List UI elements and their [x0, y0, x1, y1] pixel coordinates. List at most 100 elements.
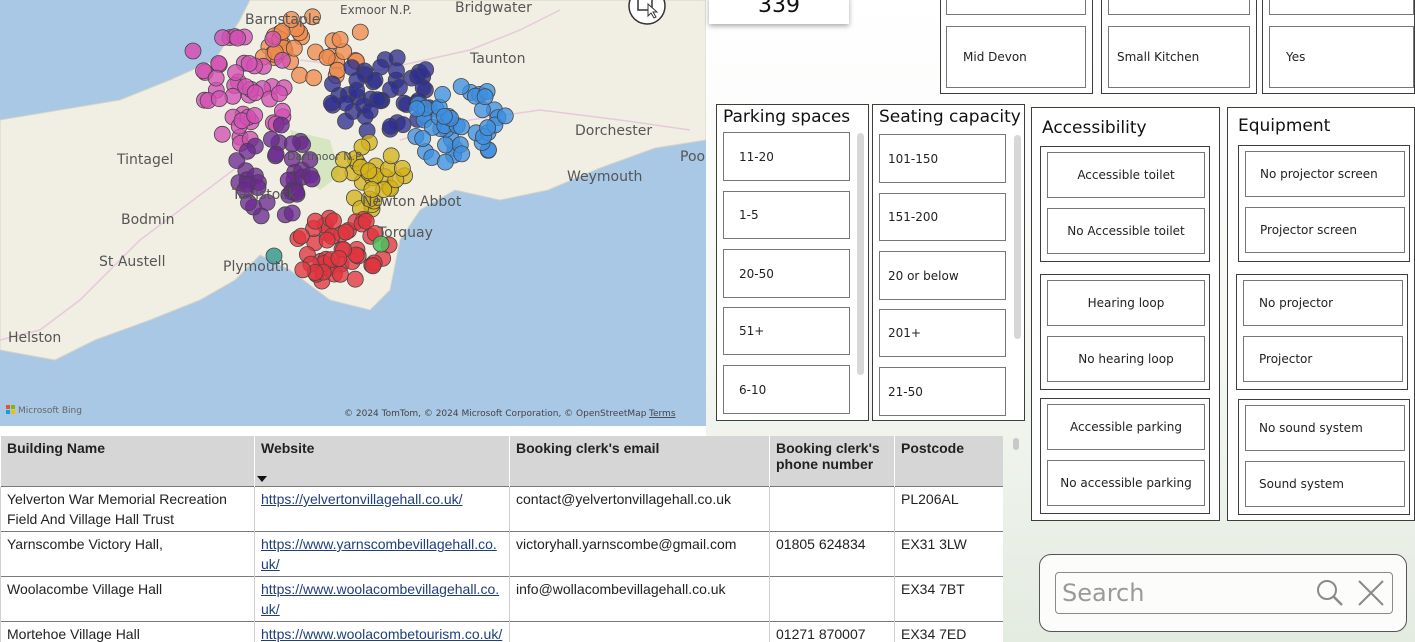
- map-canvas[interactable]: Exmoor N.P. Bridgwater Barnstaple Taunto…: [0, 0, 706, 426]
- parking-scrollbar[interactable]: [857, 133, 864, 375]
- map-point[interactable]: [346, 270, 364, 288]
- seating-option[interactable]: 21-50: [879, 367, 1006, 416]
- slicer-option[interactable]: [1269, 0, 1414, 15]
- column-header-email[interactable]: Booking clerk's email: [509, 436, 770, 487]
- map-point[interactable]: [434, 86, 451, 103]
- map-point[interactable]: [382, 81, 400, 98]
- map-point[interactable]: [292, 227, 310, 245]
- no-projector-screen-option[interactable]: No projector screen: [1245, 151, 1405, 197]
- map-point[interactable]: [214, 29, 232, 47]
- column-header-phone[interactable]: Booking clerk's phone number: [769, 436, 895, 487]
- map-point[interactable]: [372, 58, 390, 76]
- hearing-loop-option[interactable]: Hearing loop: [1047, 280, 1205, 326]
- map-visual[interactable]: Exmoor N.P. Bridgwater Barnstaple Taunto…: [0, 0, 706, 426]
- map-point[interactable]: [246, 84, 264, 102]
- map-point[interactable]: [306, 212, 324, 230]
- map-point[interactable]: [285, 39, 303, 57]
- slicer-option[interactable]: [946, 0, 1086, 15]
- projector-option[interactable]: Projector: [1243, 336, 1403, 382]
- projector-screen-option[interactable]: Projector screen: [1245, 207, 1405, 253]
- parking-option[interactable]: 51+: [723, 307, 850, 355]
- map-point[interactable]: [435, 108, 453, 125]
- map-point[interactable]: [417, 61, 435, 78]
- map-point[interactable]: [303, 170, 321, 188]
- table-scrollbar[interactable]: [1011, 436, 1021, 642]
- terms-link[interactable]: Terms: [648, 409, 676, 419]
- table-row[interactable]: Mortehoe Village Hall https://www.woolaco…: [0, 621, 1003, 642]
- website-link[interactable]: https://yelvertonvillagehall.co.uk/: [261, 491, 463, 507]
- map-point[interactable]: [273, 51, 291, 69]
- map-point[interactable]: [437, 136, 454, 154]
- map-point[interactable]: [210, 90, 228, 108]
- map-point[interactable]: [337, 112, 354, 130]
- map-point[interactable]: [331, 265, 349, 283]
- parking-option[interactable]: 11-20: [723, 132, 850, 181]
- map-point[interactable]: [238, 142, 256, 160]
- map-point[interactable]: [305, 69, 323, 87]
- table-scrollbar-thumb[interactable]: [1013, 438, 1019, 450]
- map-point[interactable]: [388, 62, 405, 80]
- map-point[interactable]: [331, 165, 348, 183]
- parking-option[interactable]: 6-10: [723, 365, 850, 414]
- seating-option[interactable]: 20 or below: [879, 251, 1006, 300]
- no-sound-system-option[interactable]: No sound system: [1245, 405, 1405, 451]
- map-point[interactable]: [318, 49, 336, 66]
- slicer-option-small-kitchen[interactable]: Small Kitchen: [1108, 26, 1250, 88]
- map-point[interactable]: [348, 81, 366, 99]
- table-row[interactable]: Yarnscombe Victory Hall, https://www.yarn…: [0, 531, 1003, 577]
- column-header-website[interactable]: Website: [254, 436, 510, 487]
- no-accessible-parking-option[interactable]: No accessible parking: [1047, 460, 1205, 506]
- seating-scrollbar[interactable]: [1014, 135, 1021, 339]
- map-point[interactable]: [270, 85, 288, 102]
- map-point[interactable]: [207, 69, 225, 87]
- map-point[interactable]: [351, 23, 369, 41]
- map-point[interactable]: [393, 159, 411, 177]
- map-point[interactable]: [240, 55, 258, 72]
- map-point[interactable]: [227, 64, 245, 81]
- map-point[interactable]: [318, 231, 336, 249]
- map-point[interactable]: [184, 42, 202, 60]
- seating-option[interactable]: 101-150: [879, 134, 1006, 183]
- map-point[interactable]: [264, 30, 282, 48]
- accessible-toilet-option[interactable]: Accessible toilet: [1047, 152, 1205, 198]
- map-point[interactable]: [496, 107, 514, 125]
- map-point[interactable]: [322, 94, 340, 112]
- map-point[interactable]: [408, 100, 426, 118]
- map-point[interactable]: [294, 261, 312, 279]
- map-point[interactable]: [453, 145, 471, 163]
- map-point[interactable]: [436, 153, 454, 171]
- map-point[interactable]: [330, 249, 348, 267]
- slicer-option[interactable]: [1108, 0, 1250, 15]
- map-point[interactable]: [361, 102, 379, 120]
- website-link[interactable]: https://www.woolacombetourism.co.uk/dire…: [261, 626, 502, 642]
- map-point[interactable]: [382, 147, 400, 165]
- map-point[interactable]: [272, 116, 290, 134]
- map-point[interactable]: [337, 223, 355, 241]
- map-point[interactable]: [324, 75, 341, 93]
- website-link[interactable]: https://www.yarnscombevillagehall.co.uk/: [261, 536, 497, 572]
- map-point[interactable]: [283, 204, 301, 222]
- slicer-option-yes[interactable]: Yes: [1269, 26, 1414, 88]
- map-point[interactable]: [479, 119, 497, 137]
- table-row[interactable]: Woolacombe Village Hall https://www.woola…: [0, 576, 1003, 622]
- parking-option[interactable]: 1-5: [723, 191, 850, 239]
- seating-option[interactable]: 151-200: [879, 193, 1006, 241]
- parking-option[interactable]: 20-50: [723, 249, 850, 298]
- map-point[interactable]: [360, 162, 378, 180]
- map-point[interactable]: [213, 125, 231, 143]
- clear-search-icon[interactable]: [1356, 579, 1386, 607]
- map-point[interactable]: [291, 66, 309, 84]
- no-hearing-loop-option[interactable]: No hearing loop: [1047, 336, 1205, 382]
- no-accessible-toilet-option[interactable]: No Accessible toilet: [1047, 208, 1205, 254]
- website-link[interactable]: https://www.woolacombevillagehall.co.uk/: [261, 581, 499, 617]
- map-point[interactable]: [262, 130, 280, 148]
- column-header-building-name[interactable]: Building Name: [0, 436, 255, 487]
- map-point[interactable]: [331, 31, 349, 48]
- map-point[interactable]: [364, 257, 382, 275]
- sound-system-option[interactable]: Sound system: [1245, 461, 1405, 507]
- search-icon[interactable]: [1316, 579, 1346, 607]
- map-point[interactable]: [267, 145, 285, 163]
- map-point[interactable]: [382, 118, 399, 135]
- seating-option[interactable]: 201+: [879, 309, 1006, 357]
- map-point[interactable]: [325, 212, 342, 230]
